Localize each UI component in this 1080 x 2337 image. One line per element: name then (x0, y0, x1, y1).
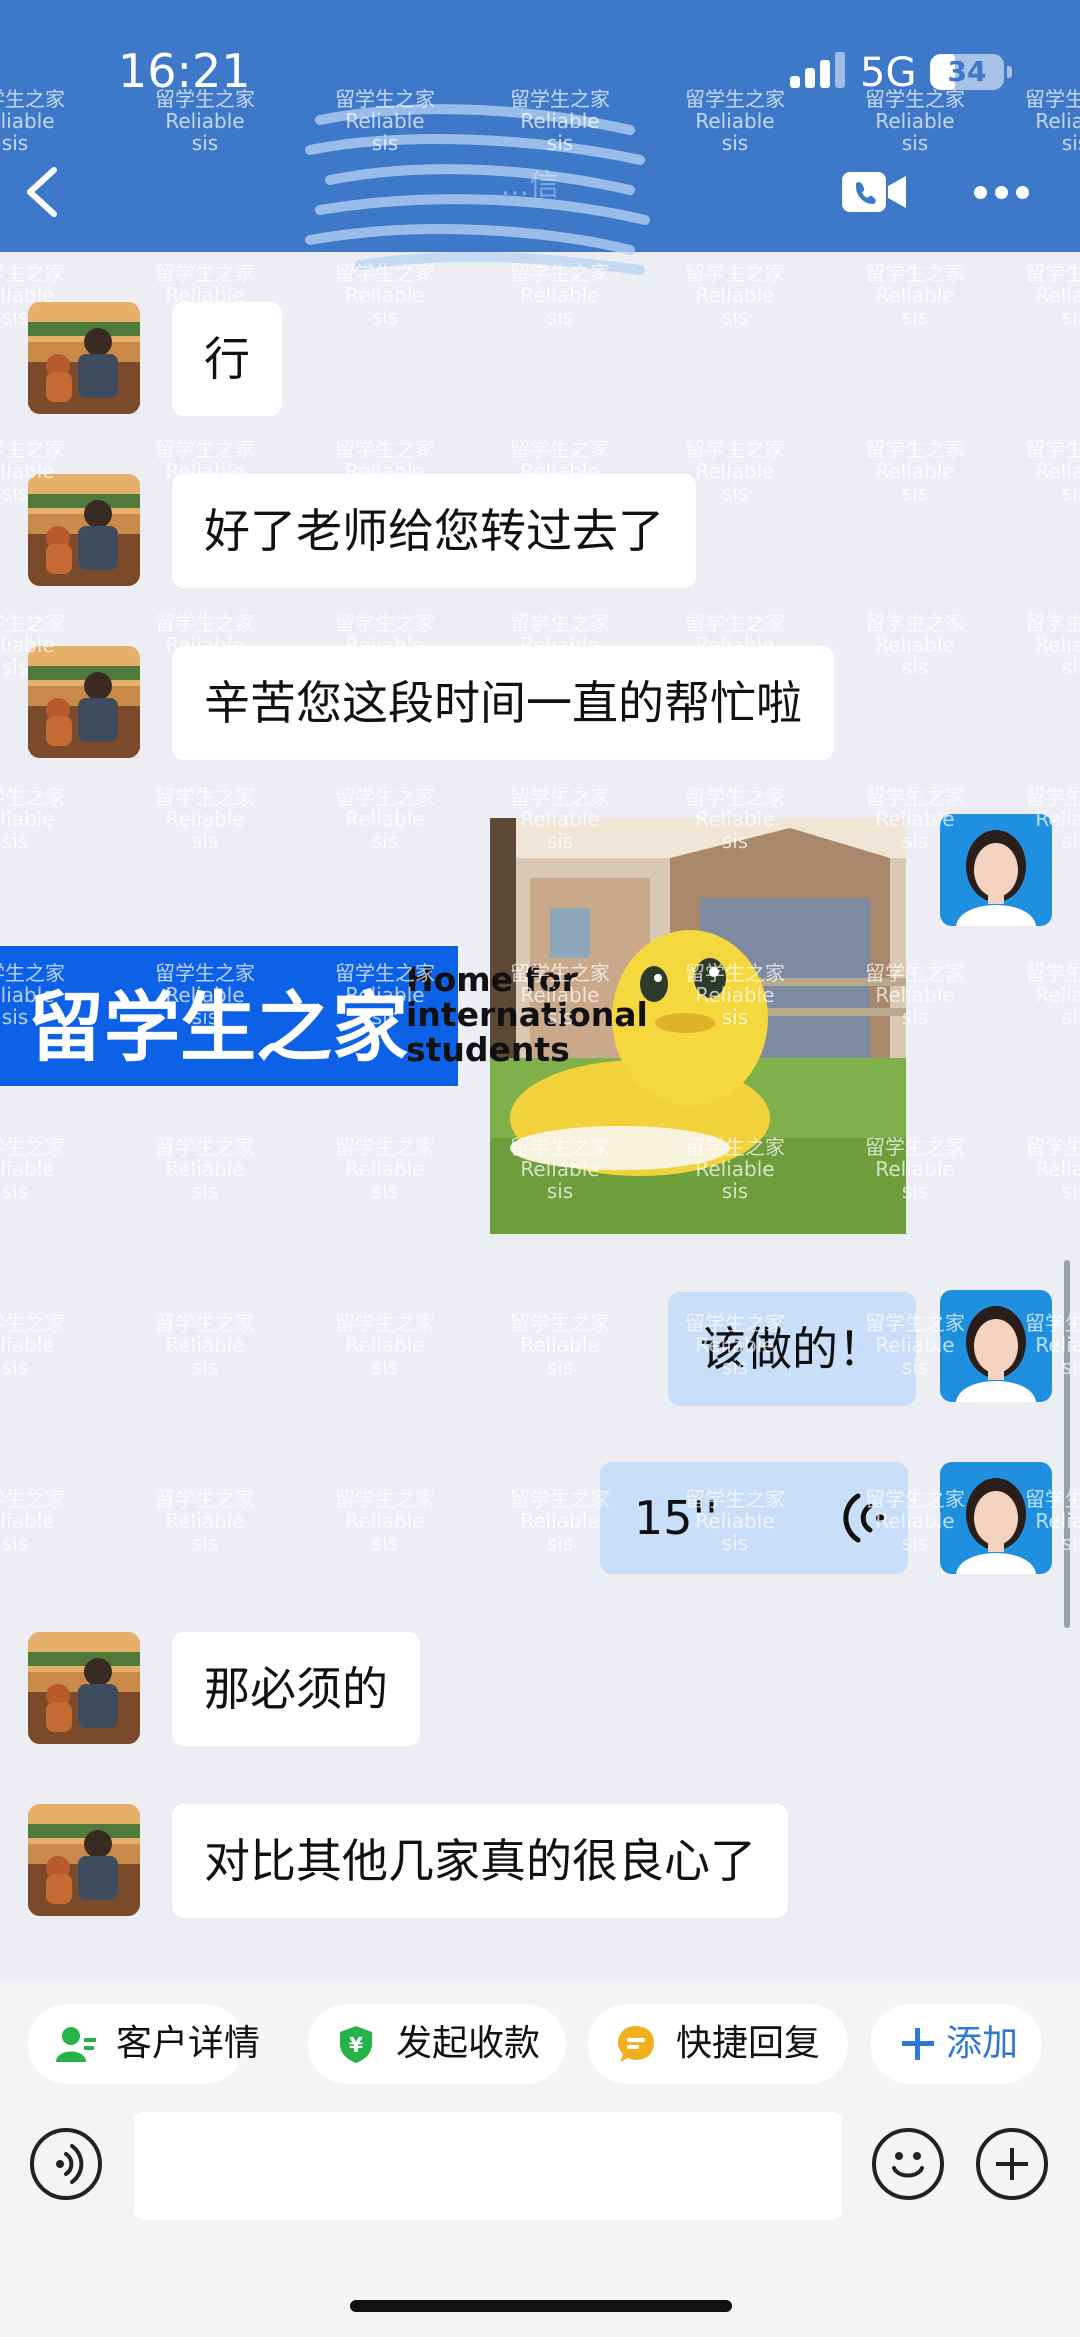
watermark: 留学生之家Reliable sis (0, 785, 65, 853)
video-call-icon[interactable] (840, 168, 910, 216)
banner-line-3: students (406, 1030, 570, 1069)
network-label: 5G (860, 50, 917, 96)
watermark: 留学生之家Reliable sis (1025, 261, 1080, 329)
message-bubble-5[interactable]: 那必须的 (172, 1632, 420, 1746)
contact-avatar[interactable] (28, 302, 140, 414)
contact-avatar[interactable] (28, 1804, 140, 1916)
chat-title: ...信 (500, 168, 560, 203)
voice-input-icon (56, 2144, 84, 2184)
contact-avatar[interactable] (28, 1632, 140, 1744)
quick-reply-label: 快捷回复 (676, 2023, 821, 2064)
contact-avatar[interactable] (28, 646, 140, 758)
quick-reply-icon (618, 2026, 654, 2062)
more-options-icon[interactable] (972, 178, 1032, 208)
status-time: 16:21 (118, 44, 251, 98)
banner-line-1: Home for (406, 960, 578, 999)
back-icon[interactable] (14, 160, 74, 224)
voice-wave-icon (843, 1493, 884, 1543)
payment-shield-icon: ¥ (340, 2026, 372, 2063)
battery-level: 34 (947, 55, 987, 88)
scrollbar[interactable] (1064, 1260, 1070, 1628)
signal-icon (790, 52, 846, 88)
contact-avatar[interactable] (28, 474, 140, 586)
watermark: 留学生之家Reliable sis (335, 1487, 435, 1555)
watermark: 留学生之家Reliable sis (865, 437, 965, 505)
banner-line-2: international (406, 995, 648, 1034)
message-bubble-2[interactable]: 好了老师给您转过去了 (172, 474, 696, 588)
quick-reply-button[interactable]: 快捷回复 (588, 2004, 848, 2084)
watermark: 留学生之家Reliable sis (155, 1487, 255, 1555)
message-bubble-1[interactable]: 行 (172, 302, 282, 416)
message-input[interactable] (134, 2112, 842, 2220)
watermark: 留学生之家Reliable sis (155, 1311, 255, 1379)
message-bubble-3[interactable]: 辛苦您这段时间一直的帮忙啦 (172, 646, 834, 760)
watermark: 留学生之家Reliable sis (155, 1135, 255, 1203)
svg-text:¥: ¥ (349, 2033, 363, 2057)
my-avatar[interactable] (940, 1462, 1052, 1574)
add-button[interactable]: 添加 (870, 2004, 1042, 2084)
watermark: 留学生之家Reliable sis (510, 1487, 610, 1555)
add-circle-icon (996, 2148, 1028, 2180)
customer-details-button[interactable]: 客户详情 (28, 2004, 260, 2084)
start-payment-label: 发起收款 (396, 2023, 541, 2064)
watermark: 留学生之家Reliable sis (865, 261, 965, 329)
customer-details-label: 客户详情 (116, 2023, 261, 2064)
message-bubble-4[interactable]: 该做的！ (668, 1292, 916, 1406)
watermark: 留学生之家Reliable sis (685, 437, 785, 505)
watermark: 留学生之家Reliable sis (335, 1311, 435, 1379)
watermark: 留学生之家Reliable sis (865, 611, 965, 679)
emoji-icon (892, 2152, 924, 2178)
start-payment-button[interactable]: ¥ 发起收款 (308, 2004, 566, 2084)
emoji-button[interactable] (872, 2128, 944, 2200)
watermark: 留学生之家Reliable sis (335, 785, 435, 853)
watermark: 留学生之家Reliable sis (1025, 961, 1080, 1029)
my-avatar[interactable] (940, 814, 1052, 926)
my-avatar[interactable] (940, 1290, 1052, 1402)
plus-icon (902, 2028, 934, 2060)
watermark: 留学生之家Reliable sis (155, 785, 255, 853)
add-label: 添加 (946, 2023, 1019, 2064)
watermark: 留学生之家Reliable sis (1025, 437, 1080, 505)
watermark: 留学生之家Reliable sis (685, 261, 785, 329)
voice-duration: 15'' (634, 1491, 718, 1545)
voice-input-button[interactable] (30, 2128, 102, 2200)
brand-banner-subtitle: Home for international students (406, 960, 648, 1069)
watermark: 留学生之家Reliable sis (335, 1135, 435, 1203)
watermark: 留学生之家Reliable sis (510, 1311, 610, 1379)
watermark: 留学生之家Reliable sis (1025, 1135, 1080, 1203)
chat-header: 16:21 5G 34 ...信 (0, 0, 1080, 275)
voice-message[interactable]: 15'' (600, 1462, 908, 1574)
battery-icon: 34 (930, 54, 1012, 90)
watermark: 留学生之家Reliable sis (0, 1135, 65, 1203)
brand-banner-title: 留学生之家 (28, 983, 408, 1072)
message-bubble-6[interactable]: 对比其他几家真的很良心了 (172, 1804, 788, 1918)
more-actions-button[interactable] (976, 2128, 1048, 2200)
customer-details-icon (56, 2027, 96, 2062)
watermark: 留学生之家Reliable sis (0, 1311, 65, 1379)
home-indicator (350, 2300, 732, 2312)
watermark: 留学生之家Reliable sis (0, 1487, 65, 1555)
watermark: 留学生之家Reliable sis (1025, 611, 1080, 679)
